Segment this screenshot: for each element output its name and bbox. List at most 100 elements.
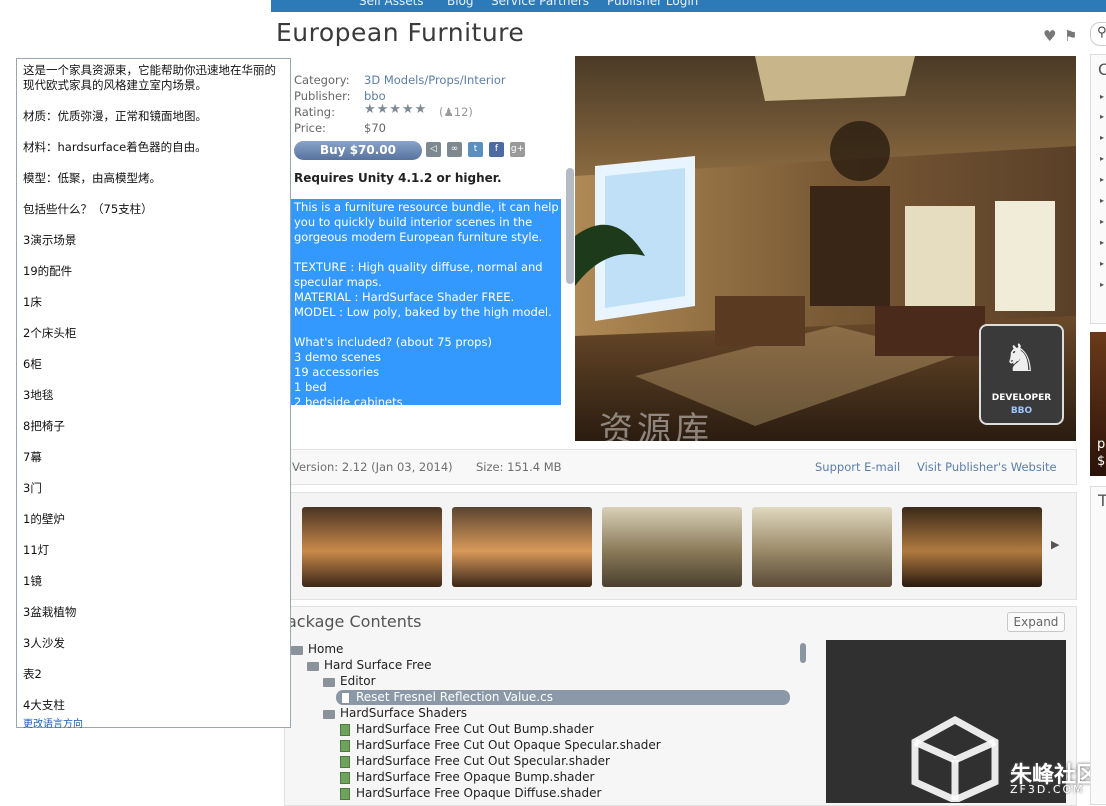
tree-item-shader[interactable]: HardSurface Free Cut Out Opaque Specular… <box>356 738 661 752</box>
tree-item-hardsurface-shaders[interactable]: HardSurface Shaders <box>340 706 467 720</box>
translation-line: 这是一个家具资源束，它能帮助你迅速地在华丽的 <box>23 63 276 77</box>
shader-file-icon <box>340 788 350 800</box>
category-link[interactable]: 3D Models/Props/Interior <box>364 73 506 87</box>
translation-line: 4大支柱 <box>23 698 65 712</box>
category-label: Category: <box>294 73 350 87</box>
right-box-heading: C <box>1098 60 1106 79</box>
translation-line: 1镜 <box>23 574 42 588</box>
support-email-link[interactable]: Support E-mail <box>815 460 900 474</box>
tree-scrollbar[interactable] <box>800 643 806 663</box>
translation-line: 表2 <box>23 667 42 681</box>
promo-price: $ <box>1097 454 1106 469</box>
tree-item-home[interactable]: Home <box>308 642 343 656</box>
link-icon[interactable]: ∞ <box>447 142 462 157</box>
buy-button[interactable]: Buy $70.00 <box>294 141 422 160</box>
arrow-icon[interactable]: ▸ <box>1100 154 1104 163</box>
folder-icon <box>323 710 335 719</box>
translation-line: 包括些什么？（75支柱） <box>23 202 153 216</box>
heart-icon[interactable]: ♥ <box>1043 27 1056 45</box>
script-file-icon <box>341 692 350 704</box>
description-line: MODEL : Low poly, baked by the high mode… <box>294 305 552 319</box>
change-language-direction-link[interactable]: 更改语言方向 <box>23 715 83 730</box>
tree-item-hard-surface-free[interactable]: Hard Surface Free <box>324 658 432 672</box>
package-contents-title: ackage Contents <box>287 612 422 631</box>
nav-sell-assets[interactable]: Sell Assets <box>359 0 424 8</box>
description-line: you to quickly build interior scenes in … <box>294 215 533 229</box>
description-line: gorgeous modern European furniture style… <box>294 230 543 244</box>
tree-item-reset-fresnel[interactable]: Reset Fresnel Reflection Value.cs <box>356 690 553 704</box>
right-lower-box <box>1090 486 1106 805</box>
translation-panel: 这是一个家具资源束，它能帮助你迅速地在华丽的 现代欧式家具的风格建立室内场景。 … <box>16 58 291 730</box>
tree-item-shader[interactable]: HardSurface Free Opaque Bump.shader <box>356 770 594 784</box>
shader-file-icon <box>340 740 350 752</box>
publisher-website-link[interactable]: Visit Publisher's Website <box>917 460 1057 474</box>
price-value: $70 <box>364 121 386 135</box>
rating-stars: ★★★★★ <box>364 102 428 117</box>
tree-item-shader[interactable]: HardSurface Free Cut Out Bump.shader <box>356 722 594 736</box>
arrow-icon[interactable]: ▸ <box>1100 92 1104 101</box>
folder-icon <box>307 662 319 671</box>
facebook-icon[interactable]: f <box>489 142 504 157</box>
next-arrow-icon[interactable]: ▶ <box>1051 538 1059 551</box>
thumbnail-1[interactable] <box>302 507 442 587</box>
unity-logo-icon <box>911 716 999 802</box>
unity-requirement: Requires Unity 4.1.2 or higher. <box>294 171 502 185</box>
publisher-label: Publisher: <box>294 89 351 103</box>
translation-line: 3人沙发 <box>23 636 65 650</box>
right-lower-heading: T <box>1098 491 1106 510</box>
translation-line: 模型：低聚，由高模型烤。 <box>23 171 161 185</box>
badge-developer-text: DEVELOPER <box>991 393 1052 403</box>
version-info: Version: 2.12 (Jan 03, 2014) <box>292 460 453 474</box>
description-line: 2 bedside cabinets <box>294 395 403 405</box>
arrow-icon[interactable]: ▸ <box>1100 196 1104 205</box>
search-icon: ⚲ <box>1097 25 1106 40</box>
price-label: Price: <box>294 121 326 135</box>
arrow-icon[interactable]: ▸ <box>1100 238 1104 247</box>
brand-watermark-url: ZF3D.COM <box>1010 783 1085 796</box>
description-scrollbar[interactable] <box>566 168 574 284</box>
tree-item-shader[interactable]: HardSurface Free Opaque Diffuse.shader <box>356 786 601 800</box>
translation-line: 现代欧式家具的风格建立室内场景。 <box>23 78 207 92</box>
description-line: MATERIAL : HardSurface Shader FREE. <box>294 290 515 304</box>
shader-file-icon <box>340 772 350 784</box>
arrow-icon[interactable]: ▸ <box>1100 217 1104 226</box>
expand-button[interactable]: Expand <box>1007 612 1065 632</box>
nav-blog[interactable]: Blog <box>447 0 474 8</box>
twitter-icon[interactable]: t <box>468 142 483 157</box>
tree-item-editor[interactable]: Editor <box>340 674 376 688</box>
translation-line: 1的壁炉 <box>23 512 65 526</box>
google-plus-icon[interactable]: g+ <box>510 142 525 157</box>
tree-item-shader[interactable]: HardSurface Free Cut Out Specular.shader <box>356 754 610 768</box>
translation-line: 7幕 <box>23 450 42 464</box>
share-icon[interactable]: ◁ <box>426 142 441 157</box>
arrow-icon[interactable]: ▸ <box>1100 133 1104 142</box>
nav-service-partners[interactable]: Service Partners <box>491 0 589 8</box>
translation-line: 1床 <box>23 295 42 309</box>
description-line: TEXTURE : High quality diffuse, normal a… <box>294 260 543 274</box>
promo-text: p <box>1097 437 1106 452</box>
rating-label: Rating: <box>294 105 335 119</box>
thumbnail-3[interactable] <box>602 507 742 587</box>
badge-publisher-text: BBO <box>1010 406 1033 416</box>
publisher-link[interactable]: bbo <box>364 89 386 103</box>
thumbnail-5[interactable] <box>902 507 1042 587</box>
page-title: European Furniture <box>276 18 525 47</box>
translation-line: 8把椅子 <box>23 419 65 433</box>
thumbnail-4[interactable] <box>752 507 892 587</box>
folder-icon <box>323 678 335 687</box>
translation-line: 材料：hardsurface着色器的自由。 <box>23 140 207 154</box>
arrow-icon[interactable]: ▸ <box>1100 175 1104 184</box>
watermark-text: 资源库 <box>599 410 713 450</box>
nav-publisher-login[interactable]: Publisher Login <box>607 0 698 8</box>
translation-line: 3地毯 <box>23 388 54 402</box>
translation-line: 6柜 <box>23 357 42 371</box>
arrow-icon[interactable]: ▸ <box>1100 259 1104 268</box>
arrow-icon[interactable]: ▸ <box>1100 112 1104 121</box>
thumbnail-2[interactable] <box>452 507 592 587</box>
search-button[interactable]: ⚲ <box>1090 22 1106 46</box>
arrow-icon[interactable]: ▸ <box>1100 280 1104 289</box>
description-line: specular maps. <box>294 275 382 289</box>
developer-badge: ♞ DEVELOPER BBO <box>979 324 1064 425</box>
translation-line: 材质：优质弥漫，正常和镜面地图。 <box>23 109 207 123</box>
flag-icon[interactable]: ⚑ <box>1064 27 1077 45</box>
